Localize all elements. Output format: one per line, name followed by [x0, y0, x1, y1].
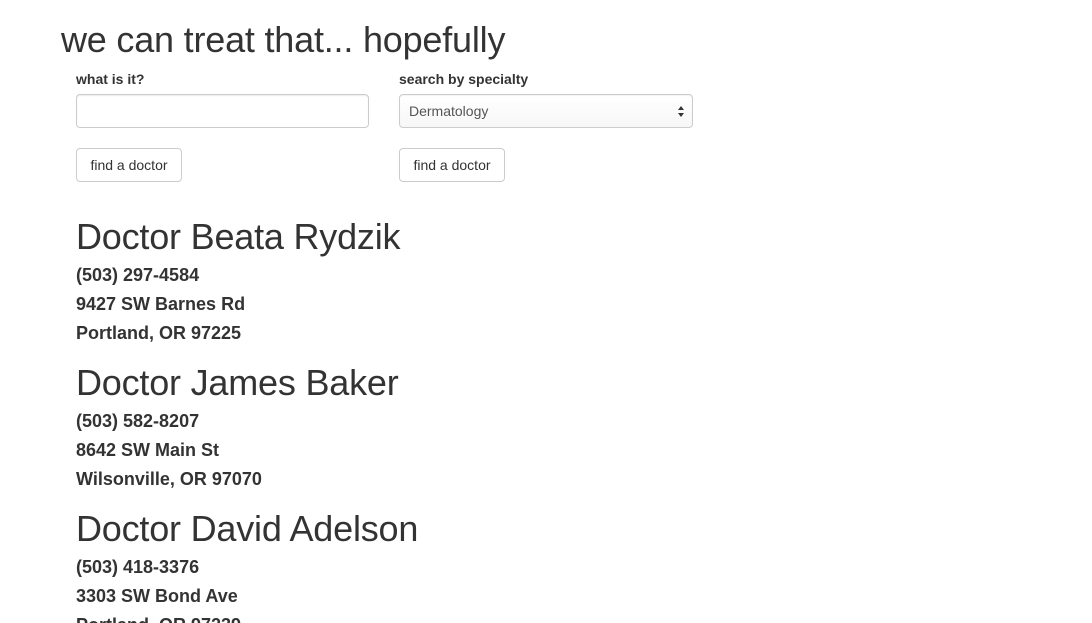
doctor-street: 3303 SW Bond Ave — [76, 586, 238, 606]
doctor-city: Portland, OR 97225 — [76, 323, 242, 343]
doctor-name: Doctor Beata Rydzik — [76, 216, 401, 257]
doctor-result-item: Doctor Beata Rydzik (503) 297-4584 9427 … — [76, 213, 776, 359]
specialty-search-group: search by specialty Dermatology — [399, 70, 693, 128]
doctor-street: 8642 SW Main St — [76, 440, 220, 460]
doctor-phone: (503) 582-8207 — [76, 411, 200, 431]
doctor-name: Doctor David Adelson — [76, 508, 419, 549]
updown-chevron-icon — [676, 103, 686, 120]
doctor-result-item: Doctor James Baker (503) 582-8207 8642 S… — [76, 359, 776, 505]
page-title: we can treat that... hopefully — [61, 19, 506, 60]
doctor-city: Portland, OR 97239 — [76, 611, 776, 623]
doctor-phone: (503) 297-4584 — [76, 265, 200, 285]
condition-input[interactable] — [76, 94, 369, 128]
specialty-label: search by specialty — [399, 71, 529, 87]
doctor-street: 9427 SW Barnes Rd — [76, 294, 246, 314]
page: we can treat that... hopefully what is i… — [0, 0, 1092, 623]
doctor-phone: (503) 418-3376 — [76, 557, 200, 577]
find-doctor-by-condition-button[interactable]: find a doctor — [76, 148, 182, 182]
find-doctor-by-specialty-button[interactable]: find a doctor — [399, 148, 505, 182]
specialty-select[interactable]: Dermatology — [399, 94, 693, 128]
condition-label: what is it? — [76, 71, 145, 87]
specialty-select-value: Dermatology — [409, 103, 489, 119]
doctor-results-list: Doctor Beata Rydzik (503) 297-4584 9427 … — [76, 213, 776, 623]
condition-search-group: what is it? — [76, 70, 370, 128]
doctor-result-item: Doctor David Adelson (503) 418-3376 3303… — [76, 505, 776, 623]
doctor-name: Doctor James Baker — [76, 362, 399, 403]
doctor-city: Wilsonville, OR 97070 — [76, 469, 262, 489]
